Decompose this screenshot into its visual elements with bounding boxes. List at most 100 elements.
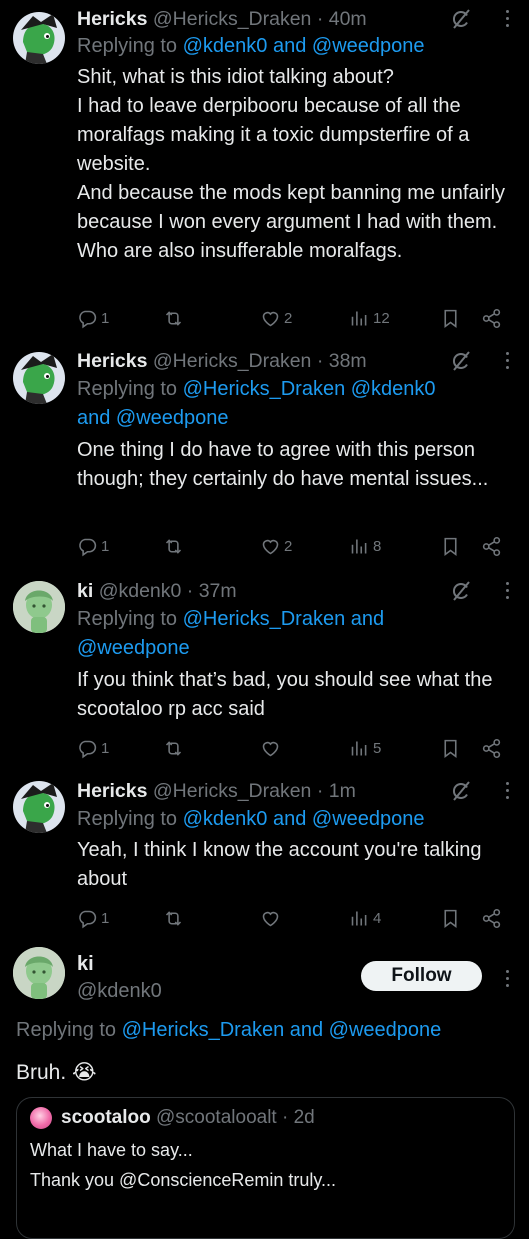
view-count: 8 xyxy=(373,537,382,555)
share-icon xyxy=(481,738,502,759)
author-name[interactable]: Hericks xyxy=(77,780,147,802)
like-count: 2 xyxy=(284,537,293,555)
reply-button[interactable]: 1 xyxy=(77,305,109,331)
tweet-reply-3[interactable]: ki @kdenk0 · 37m Replying to @Hericks_Dr… xyxy=(0,575,529,765)
views-button[interactable]: 8 xyxy=(349,533,381,559)
avatar[interactable] xyxy=(13,781,65,833)
share-button[interactable] xyxy=(481,533,502,559)
follow-button[interactable]: Follow xyxy=(361,961,482,991)
timestamp[interactable]: · 1m xyxy=(317,780,356,802)
mention-links[interactable]: @kdenk0 and @weedpone xyxy=(183,808,425,830)
grok-icon[interactable] xyxy=(449,579,473,603)
retweet-icon xyxy=(163,308,184,329)
reply-button[interactable]: 1 xyxy=(77,905,109,931)
replying-label: Replying to xyxy=(77,608,178,630)
grok-icon[interactable] xyxy=(449,779,473,803)
more-options-icon[interactable] xyxy=(503,348,511,374)
action-bar: 1 5 xyxy=(77,735,509,761)
retweet-button[interactable] xyxy=(163,735,187,761)
tweet-reply-1[interactable]: Hericks @Hericks_Draken · 40m Replying t… xyxy=(0,0,529,340)
bookmark-icon xyxy=(440,738,461,759)
views-icon xyxy=(349,908,370,929)
replying-label: Replying to xyxy=(77,378,178,400)
retweet-icon xyxy=(163,738,184,759)
more-options-icon[interactable] xyxy=(503,966,511,992)
retweet-button[interactable] xyxy=(163,533,187,559)
share-icon xyxy=(481,308,502,329)
reply-icon xyxy=(77,738,98,759)
tweet-body: Bruh. xyxy=(16,1061,67,1084)
author-handle[interactable]: @kdenk0 xyxy=(99,580,182,602)
views-button[interactable]: 5 xyxy=(349,735,381,761)
retweet-button[interactable] xyxy=(163,305,187,331)
reply-button[interactable]: 1 xyxy=(77,735,109,761)
views-button[interactable]: 12 xyxy=(349,305,390,331)
retweet-button[interactable] xyxy=(163,905,187,931)
replying-label: Replying to xyxy=(77,808,178,830)
like-button[interactable] xyxy=(260,735,284,761)
tweet-text: If you think that’s bad, you should see … xyxy=(77,669,493,720)
author-handle[interactable]: @Hericks_Draken xyxy=(153,350,312,372)
author-handle[interactable]: @Hericks_Draken xyxy=(153,780,312,802)
share-button[interactable] xyxy=(481,735,502,761)
tweet-text: Bruh. 😭 xyxy=(16,1057,97,1088)
views-button[interactable]: 4 xyxy=(349,905,381,931)
bookmark-button[interactable] xyxy=(440,905,461,931)
crying-emoji-icon: 😭 xyxy=(72,1060,97,1084)
avatar[interactable] xyxy=(13,12,65,64)
avatar[interactable] xyxy=(13,581,65,633)
grok-icon[interactable] xyxy=(449,349,473,373)
bookmark-button[interactable] xyxy=(440,305,461,331)
author-name[interactable]: Hericks xyxy=(77,8,147,30)
like-button[interactable] xyxy=(260,905,284,931)
tweet-reply-2[interactable]: Hericks @Hericks_Draken · 38m Replying t… xyxy=(0,345,529,570)
bookmark-button[interactable] xyxy=(440,533,461,559)
view-count: 4 xyxy=(373,909,382,927)
tweet-text: Yeah, I think I know the account you're … xyxy=(77,839,482,890)
more-options-icon[interactable] xyxy=(503,778,511,804)
like-count: 2 xyxy=(284,309,293,327)
heart-icon xyxy=(260,536,281,557)
reply-count: 1 xyxy=(101,739,110,757)
quoted-avatar xyxy=(30,1107,52,1129)
author-name[interactable]: ki xyxy=(77,580,93,602)
timestamp[interactable]: · 40m xyxy=(317,8,367,30)
timestamp[interactable]: · 37m xyxy=(187,580,237,602)
views-icon xyxy=(349,536,370,557)
timestamp[interactable]: · 38m xyxy=(317,350,367,372)
mention-links[interactable]: @Hericks_Draken and @weedpone xyxy=(122,1019,442,1041)
avatar[interactable] xyxy=(13,352,65,404)
grok-icon[interactable] xyxy=(449,7,473,31)
action-bar: 1 2 8 xyxy=(77,533,509,559)
reply-button[interactable]: 1 xyxy=(77,533,109,559)
views-icon xyxy=(349,738,370,759)
more-options-icon[interactable] xyxy=(503,578,511,604)
author-name[interactable]: Hericks xyxy=(77,350,147,372)
bookmark-icon xyxy=(440,308,461,329)
author-name[interactable]: ki xyxy=(77,951,94,977)
bookmark-icon xyxy=(440,536,461,557)
author-handle[interactable]: @Hericks_Draken xyxy=(153,8,312,30)
quoted-tweet[interactable]: scootaloo @scootalooalt · 2d What I have… xyxy=(16,1097,515,1239)
reply-count: 1 xyxy=(101,909,110,927)
mention-links[interactable]: @kdenk0 and @weedpone xyxy=(183,35,425,57)
tweet-text: Shit, what is this idiot talking about? … xyxy=(77,66,506,262)
share-button[interactable] xyxy=(481,905,502,931)
reply-icon xyxy=(77,908,98,929)
tweet-reply-4[interactable]: Hericks @Hericks_Draken · 1m Replying to… xyxy=(0,775,529,935)
avatar[interactable] xyxy=(13,947,65,999)
share-button[interactable] xyxy=(481,305,502,331)
tweet-text: One thing I do have to agree with this p… xyxy=(77,439,489,490)
replying-to: Replying to @Hericks_Draken and @weedpon… xyxy=(16,1016,441,1045)
like-button[interactable]: 2 xyxy=(260,305,292,331)
more-options-icon[interactable] xyxy=(503,6,511,32)
like-button[interactable]: 2 xyxy=(260,533,292,559)
retweet-icon xyxy=(163,536,184,557)
author-handle[interactable]: @kdenk0 xyxy=(77,978,162,1004)
quoted-text-line-2: Thank you @ConscienceRemin truly... xyxy=(30,1170,337,1190)
replying-to: Replying to @kdenk0 and @weedpone xyxy=(77,32,519,61)
quoted-text-line-1: What I have to say... xyxy=(30,1140,193,1160)
share-icon xyxy=(481,908,502,929)
retweet-icon xyxy=(163,908,184,929)
bookmark-button[interactable] xyxy=(440,735,461,761)
